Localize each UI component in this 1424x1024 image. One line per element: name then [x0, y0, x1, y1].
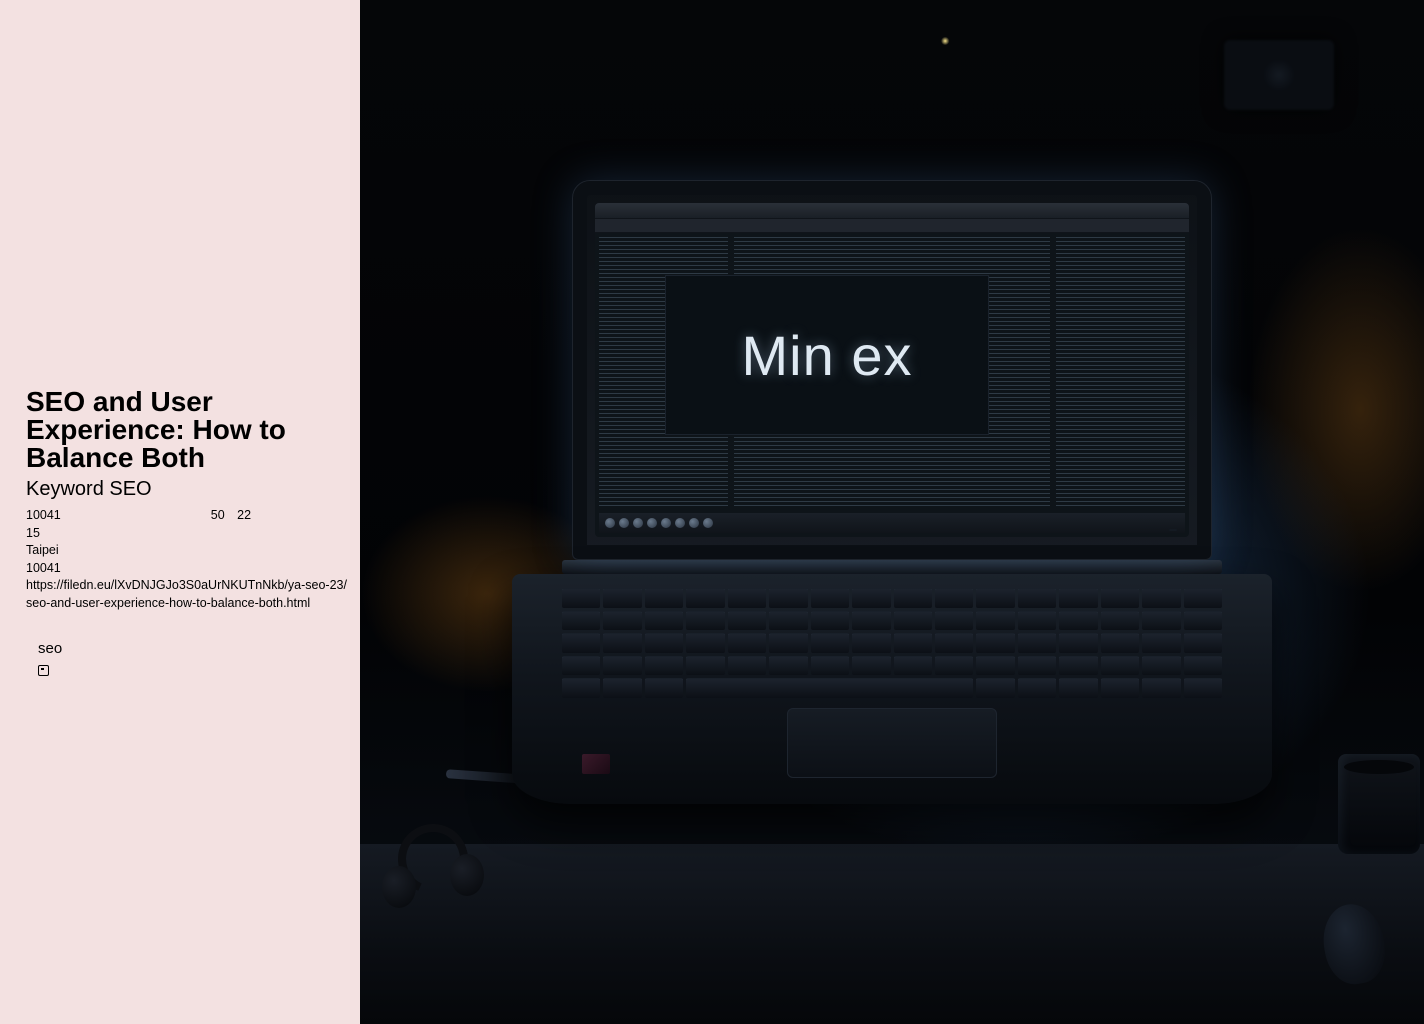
window-titlebar	[595, 203, 1189, 219]
screen-brand-text: Min ex	[742, 323, 913, 388]
taskbar-icon	[619, 518, 629, 528]
page-title: SEO and User Experience: How to Balance …	[26, 388, 350, 472]
laptop-sticker	[582, 754, 610, 774]
address-postal: 10041	[26, 560, 350, 578]
taskbar-icon	[647, 518, 657, 528]
tag-block: seo	[26, 640, 350, 681]
headphones-prop	[378, 824, 498, 914]
tag-label: seo	[38, 640, 350, 657]
content-block: SEO and User Experience: How to Balance …	[26, 388, 350, 681]
expand-icon[interactable]	[38, 665, 49, 676]
page-subtitle: Keyword SEO	[26, 478, 350, 501]
taskbar-icon	[703, 518, 713, 528]
laptop-screen: Min ex	[595, 203, 1189, 537]
laptop-lid: Min ex	[572, 180, 1212, 560]
address-line: 10041 50 22	[26, 507, 350, 525]
address-number: 15	[26, 525, 350, 543]
taskbar-icon	[675, 518, 685, 528]
laptop: Min ex	[572, 180, 1212, 804]
keyboard	[562, 588, 1222, 698]
screen-badge	[1169, 529, 1177, 531]
laptop-base	[512, 574, 1272, 804]
trackpad	[787, 708, 997, 778]
taskbar-icon	[605, 518, 615, 528]
taskbar-icon	[661, 518, 671, 528]
center-panel: Min ex	[665, 275, 989, 435]
desk-surface	[360, 844, 1424, 1024]
left-panel: SEO and User Experience: How to Balance …	[0, 0, 360, 1024]
shelf-device	[1224, 40, 1334, 110]
address-city: Taipei	[26, 542, 350, 560]
taskbar-icon	[633, 518, 643, 528]
page-url: https://filedn.eu/lXvDNJGJo3S0aUrNKUTnNk…	[26, 577, 350, 612]
hero-image: Min ex	[360, 0, 1424, 1024]
taskbar	[599, 513, 1185, 533]
mug-prop	[1338, 754, 1420, 854]
taskbar-icon	[689, 518, 699, 528]
window-toolbar	[595, 219, 1189, 233]
laptop-hinge	[562, 560, 1222, 574]
